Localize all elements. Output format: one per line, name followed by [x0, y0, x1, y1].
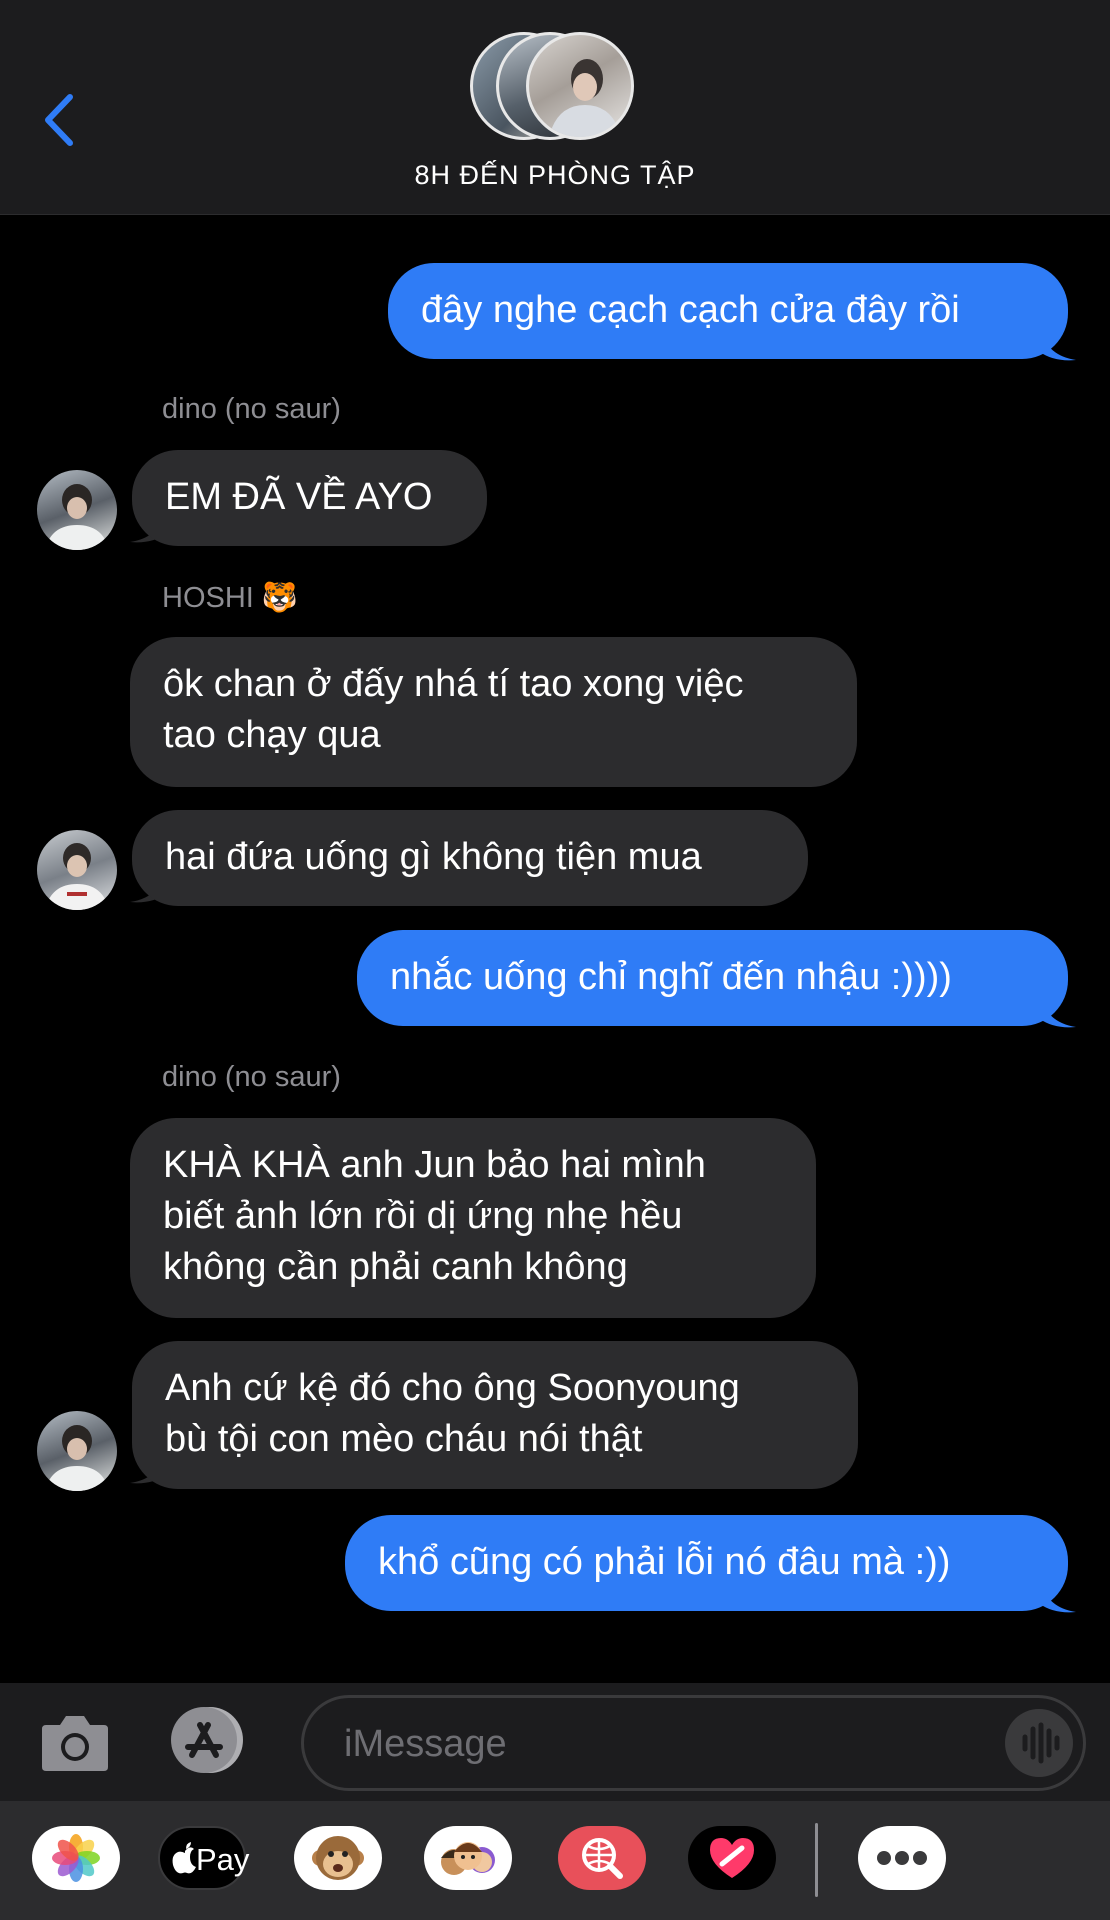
bubble-tail	[1040, 997, 1076, 1028]
sender-name: dino (no saur)	[162, 393, 341, 425]
message-text: EM ĐÃ VỀ AYO	[165, 476, 433, 518]
app-store-icon	[171, 1707, 243, 1773]
message-text-line: KHÀ KHÀ anh Jun bảo hai mình	[163, 1144, 706, 1186]
back-chevron-icon	[45, 94, 73, 146]
app-drawer-divider	[815, 1823, 818, 1897]
app-drawer: Pay	[0, 1801, 1110, 1920]
app-store-button[interactable]	[166, 1705, 256, 1775]
message-input-placeholder: iMessage	[344, 1723, 507, 1765]
photos-app-button[interactable]	[32, 1826, 120, 1890]
message-text-line: bù tội con mèo cháu nói thật	[165, 1418, 643, 1460]
back-button[interactable]	[40, 85, 88, 155]
incoming-message[interactable]: hai đứa uống gì không tiện mua	[132, 810, 808, 906]
message-text: hai đứa uống gì không tiện mua	[165, 836, 702, 878]
voice-message-button[interactable]	[1005, 1709, 1073, 1777]
group-title[interactable]: 8H ĐẾN PHÒNG TẬP	[0, 160, 1110, 191]
avatar[interactable]	[37, 830, 117, 910]
avatar[interactable]	[37, 1411, 117, 1491]
bubble-tail	[1040, 1582, 1076, 1613]
outgoing-message[interactable]: nhắc uống chỉ nghĩ đến nhậu :))))	[357, 930, 1068, 1026]
message-text-line: Anh cứ kệ đó cho ông Soonyoung	[165, 1367, 740, 1409]
message-text: đây nghe cạch cạch cửa đây rồi	[421, 289, 960, 331]
sender-name: HOSHI 🐯	[162, 580, 298, 615]
digital-touch-heart-icon	[710, 1838, 754, 1878]
message-text-line: biết ảnh lớn rồi dị ứng nhẹ hều	[163, 1195, 683, 1237]
message-input[interactable]: iMessage	[301, 1695, 1086, 1791]
conversation-header: 8H ĐẾN PHÒNG TẬP	[0, 0, 1110, 215]
sender-name-text: HOSHI	[162, 582, 254, 614]
photos-icon	[52, 1834, 100, 1882]
memoji-icon	[441, 1842, 495, 1875]
incoming-message[interactable]: KHÀ KHÀ anh Jun bảo hai mình biết ảnh lớ…	[130, 1118, 816, 1318]
incoming-message[interactable]: ôk chan ở đấy nhá tí tao xong việc tao c…	[130, 637, 857, 787]
animoji-button[interactable]	[294, 1826, 382, 1890]
more-apps-button[interactable]	[858, 1826, 946, 1890]
group-avatar-3	[526, 32, 634, 140]
digital-touch-button[interactable]	[688, 1826, 776, 1890]
message-text-line: tao chạy qua	[163, 714, 381, 756]
camera-button[interactable]	[40, 1711, 110, 1773]
outgoing-message[interactable]: đây nghe cạch cạch cửa đây rồi	[388, 263, 1068, 359]
sender-name: dino (no saur)	[162, 1061, 341, 1093]
more-icon	[877, 1851, 927, 1865]
voice-waveform-icon	[1022, 1722, 1060, 1764]
group-avatars[interactable]	[470, 30, 650, 145]
message-text-line: ôk chan ở đấy nhá tí tao xong việc	[163, 663, 744, 705]
outgoing-message[interactable]: khổ cũng có phải lỗi nó đâu mà :))	[345, 1515, 1068, 1611]
message-text-line: không cần phải canh không	[163, 1246, 628, 1288]
message-text: khổ cũng có phải lỗi nó đâu mà :))	[378, 1541, 951, 1583]
tiger-emoji: 🐯	[261, 580, 299, 614]
apple-pay-label: Pay	[196, 1842, 250, 1877]
search-globe-icon	[582, 1838, 623, 1879]
memoji-button[interactable]	[424, 1826, 512, 1890]
incoming-message[interactable]: Anh cứ kệ đó cho ông Soonyoung bù tội co…	[132, 1341, 858, 1489]
camera-icon	[42, 1716, 108, 1771]
search-app-button[interactable]	[558, 1826, 646, 1890]
compose-bar: iMessage	[0, 1683, 1110, 1801]
animoji-monkey-icon	[312, 1836, 364, 1880]
incoming-message[interactable]: EM ĐÃ VỀ AYO	[132, 450, 487, 546]
avatar[interactable]	[37, 470, 117, 550]
message-text: nhắc uống chỉ nghĩ đến nhậu :))))	[390, 956, 952, 998]
bubble-tail	[1040, 330, 1076, 361]
apple-pay-button[interactable]: Pay	[158, 1826, 250, 1890]
